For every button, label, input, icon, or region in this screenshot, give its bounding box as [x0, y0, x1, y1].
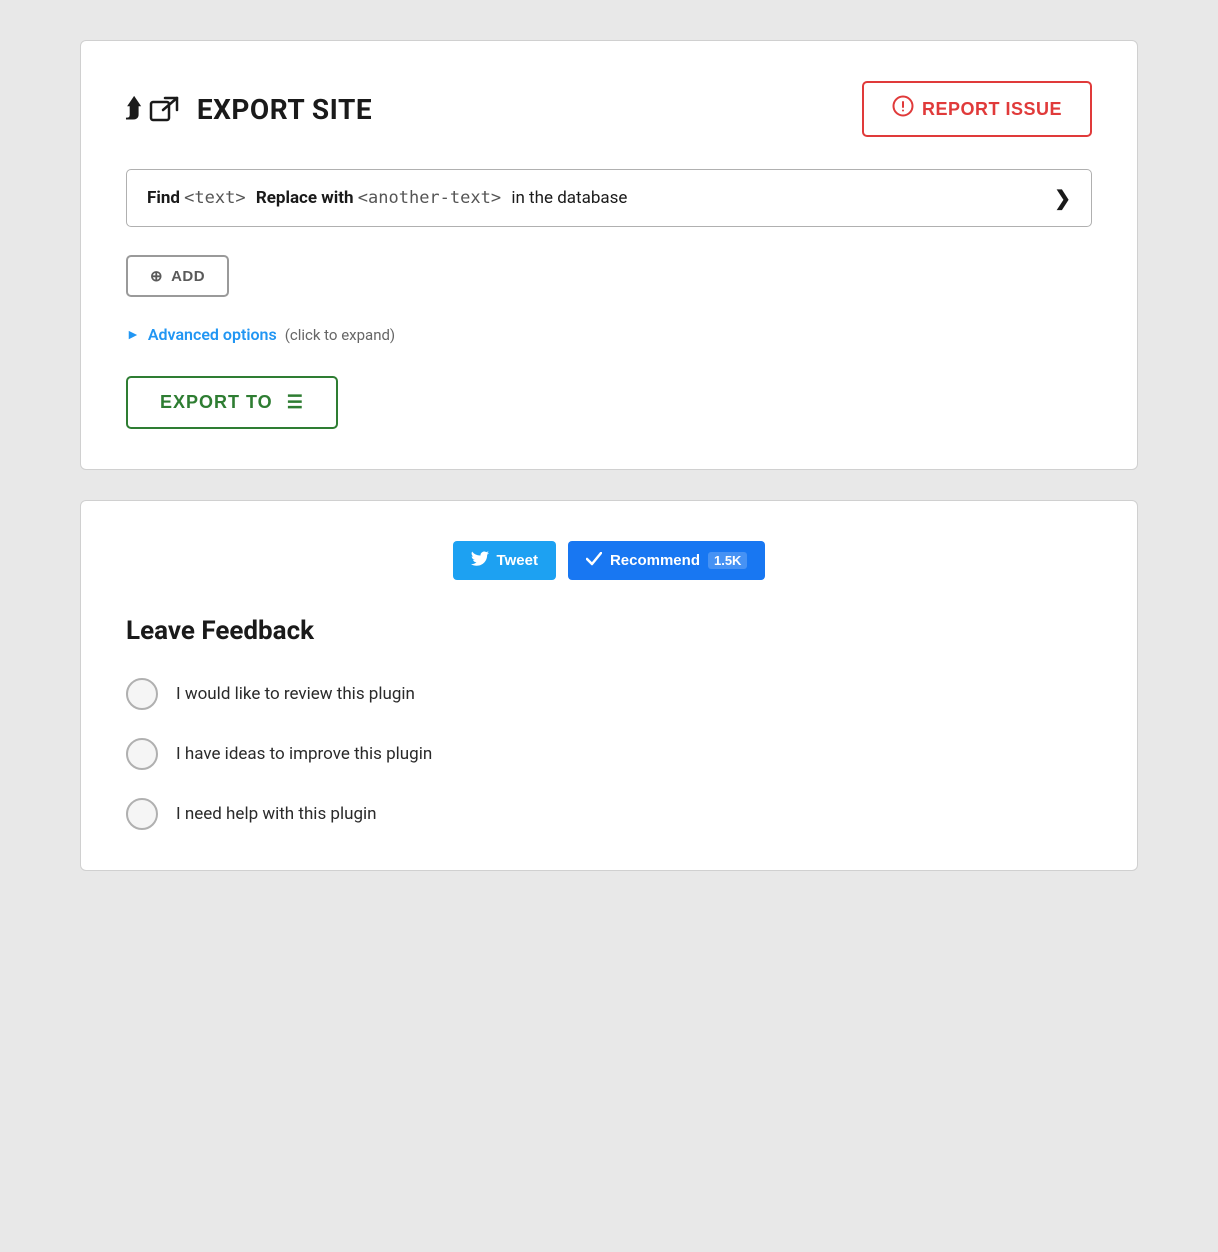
- social-buttons: Tweet Recommend 1.5K: [126, 541, 1092, 580]
- export-site-label: EXPORT SITE: [197, 93, 372, 126]
- radio-ideas[interactable]: [126, 738, 158, 770]
- recommend-count: 1.5K: [708, 552, 747, 569]
- feedback-option-3-label: I need help with this plugin: [176, 804, 377, 824]
- export-site-title: ⮭ EXPORT SITE: [126, 93, 372, 126]
- feedback-option-1[interactable]: I would like to review this plugin: [126, 678, 1092, 710]
- find-keyword: Find: [147, 188, 180, 208]
- export-to-label: EXPORT TO: [160, 392, 273, 413]
- add-label: ADD: [171, 268, 205, 285]
- feedback-option-2-label: I have ideas to improve this plugin: [176, 744, 432, 764]
- feedback-option-1-label: I would like to review this plugin: [176, 684, 415, 704]
- feedback-title: Leave Feedback: [126, 616, 1092, 646]
- feedback-option-2[interactable]: I have ideas to improve this plugin: [126, 738, 1092, 770]
- feedback-card: Tweet Recommend 1.5K Leave Feedback I wo…: [80, 500, 1138, 871]
- feedback-options: I would like to review this plugin I hav…: [126, 678, 1092, 830]
- advanced-options[interactable]: ► Advanced options (click to expand): [126, 325, 1092, 344]
- recommend-check-icon: [586, 552, 602, 570]
- export-to-button[interactable]: EXPORT TO ☰: [126, 376, 338, 429]
- radio-help[interactable]: [126, 798, 158, 830]
- export-site-icon: ⮭: [126, 94, 185, 125]
- replace-placeholder: <another-text>: [358, 188, 512, 208]
- twitter-icon: [471, 551, 489, 570]
- radio-review[interactable]: [126, 678, 158, 710]
- tweet-button[interactable]: Tweet: [453, 541, 556, 580]
- report-icon: [892, 95, 914, 123]
- export-site-card: ⮭ EXPORT SITE REPORT ISSUE Find: [80, 40, 1138, 470]
- replace-keyword: Replace with: [256, 188, 354, 208]
- advanced-options-label: Advanced options: [148, 325, 277, 344]
- find-replace-text: Find <text> Replace with <another-text> …: [147, 188, 627, 208]
- advanced-options-arrow: ►: [126, 326, 140, 343]
- recommend-label: Recommend: [610, 552, 700, 569]
- add-button[interactable]: ⊕ ADD: [126, 255, 229, 297]
- report-issue-button[interactable]: REPORT ISSUE: [862, 81, 1092, 137]
- advanced-options-hint: (click to expand): [285, 326, 395, 344]
- export-site-header: ⮭ EXPORT SITE REPORT ISSUE: [126, 81, 1092, 137]
- find-replace-arrow: ❯: [1054, 186, 1071, 210]
- recommend-button[interactable]: Recommend 1.5K: [568, 541, 766, 580]
- hamburger-icon: ☰: [287, 392, 304, 413]
- report-issue-label: REPORT ISSUE: [922, 99, 1062, 120]
- find-replace-suffix: in the database: [511, 188, 627, 208]
- feedback-option-3[interactable]: I need help with this plugin: [126, 798, 1092, 830]
- tweet-label: Tweet: [497, 552, 538, 569]
- add-icon: ⊕: [150, 267, 163, 285]
- find-replace-bar: Find <text> Replace with <another-text> …: [126, 169, 1092, 227]
- find-placeholder: <text>: [184, 188, 256, 208]
